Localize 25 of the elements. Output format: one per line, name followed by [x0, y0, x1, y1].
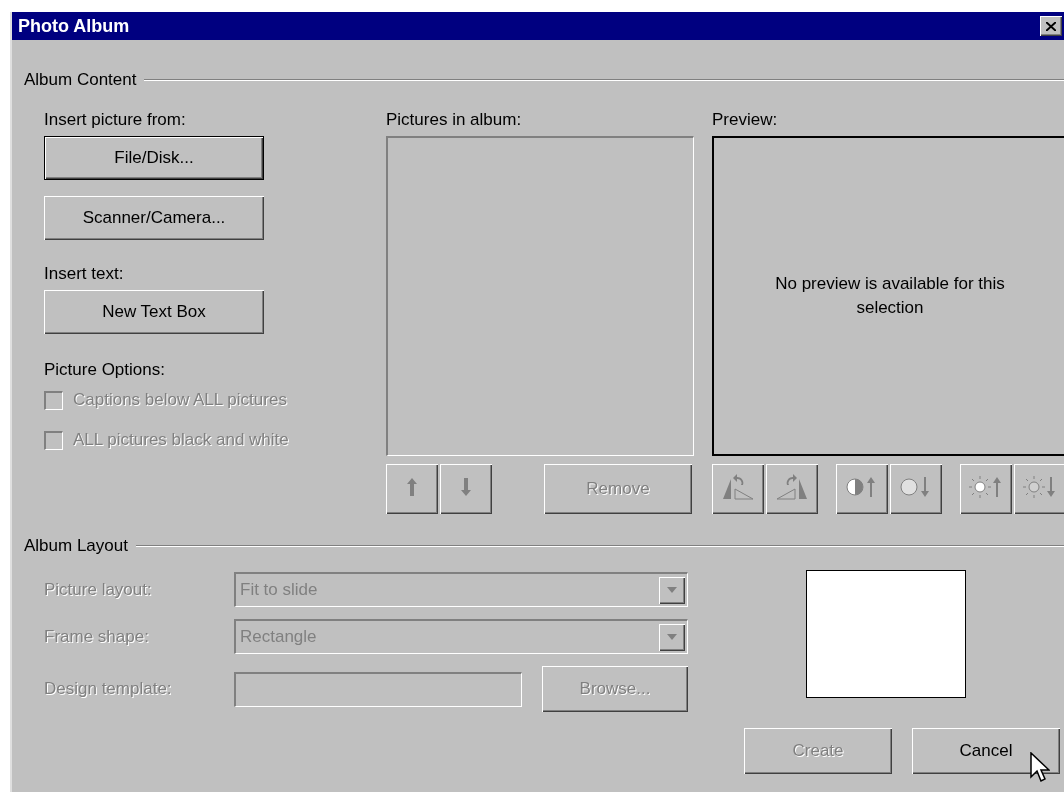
cursor-icon	[1030, 752, 1050, 784]
window-title: Photo Album	[18, 15, 130, 37]
checkbox-label: ALL pictures black and white	[73, 430, 289, 450]
list-label: Pictures in album:	[386, 110, 523, 130]
down-arrow-icon	[460, 475, 472, 498]
push-button[interactable]: New Text Box	[44, 290, 264, 334]
field-label: Picture layout:	[44, 579, 153, 600]
checkbox-label: Captions below ALL pictures	[73, 390, 287, 410]
push-button[interactable]: Scanner/Camera...	[44, 196, 264, 240]
input-field[interactable]	[234, 671, 522, 707]
preview-message: No preview is available for this selection	[774, 273, 1006, 319]
group-title: Album Layout	[24, 536, 128, 556]
push-button[interactable]: File/Disk...	[44, 136, 264, 180]
field-label: Design template:	[44, 679, 173, 699]
field-label: Frame shape:	[44, 626, 150, 647]
section-label: Insert picture from:	[44, 110, 187, 130]
rotate-right-icon	[775, 472, 809, 501]
preview-label: Preview:	[712, 110, 779, 130]
close-button[interactable]	[1040, 16, 1062, 36]
rotate-left-icon	[721, 472, 755, 501]
close-icon	[1046, 21, 1056, 31]
section-label: Insert text:	[44, 264, 125, 284]
group-title: Album Content	[24, 70, 137, 90]
dialog-button[interactable]: Cancel	[912, 728, 1060, 774]
section-label: Picture Options:	[44, 360, 166, 380]
